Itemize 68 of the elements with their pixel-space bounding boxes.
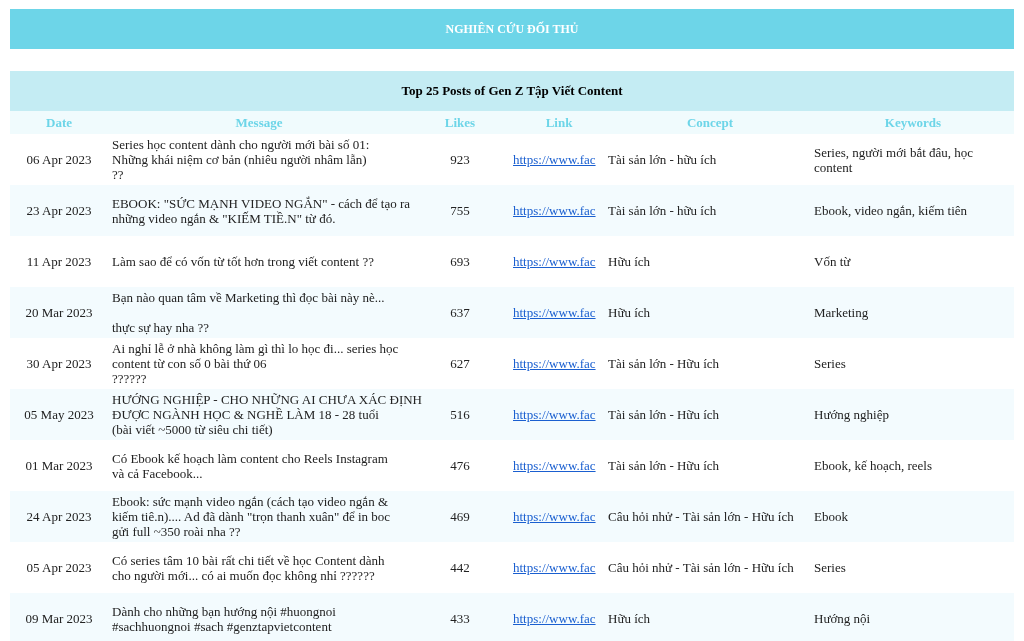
keywords-cell-text: Ebook, kế hoạch, reels: [813, 458, 933, 473]
likes-cell: 755: [450, 203, 470, 218]
date-cell: 24 Apr 2023: [26, 509, 92, 524]
keywords-cell-text: Hướng nội: [813, 611, 871, 626]
likes-cell: 923: [450, 152, 470, 167]
date-cell: 09 Mar 2023: [25, 611, 93, 626]
concept-cell: Câu hỏi nhử - Tài sản lớn - Hữu ích: [608, 560, 794, 575]
date-cell: 30 Apr 2023: [26, 356, 92, 371]
concept-cell: Hữu ích: [608, 305, 651, 320]
likes-cell: 469: [450, 509, 470, 524]
date-cell: 20 Mar 2023: [25, 305, 93, 320]
keywords-cell-text: Ebook: [813, 509, 848, 524]
message-cell-text: Dành cho những bạn hướng nội #huongnoi #sachhuongnoi #sach #genztapvietcontent: [111, 603, 336, 634]
date-cell: 05 May 2023: [24, 407, 94, 422]
keywords-cell-text: Series, người mới bắt đâu, học content: [813, 144, 974, 175]
message-cell-text: Có Ebook kế hoạch làm content cho Reels Instagram và cả Facebook...: [111, 450, 388, 481]
likes-cell: 476: [450, 458, 470, 473]
date-cell: 06 Apr 2023: [26, 152, 92, 167]
concept-cell: Hữu ích: [608, 611, 651, 626]
date-cell: 01 Mar 2023: [25, 458, 93, 473]
column-header: Likes: [443, 113, 477, 132]
table-title: Top 25 Posts of Gen Z Tập Viết Content: [401, 82, 623, 101]
concept-cell: Tài sản lớn - hữu ích: [608, 152, 717, 167]
date-cell: 05 Apr 2023: [26, 560, 92, 575]
likes-cell: 637: [450, 305, 470, 320]
keywords-cell-text: Vốn từ: [813, 254, 851, 269]
date-cell: 11 Apr 2023: [26, 254, 92, 269]
banner-title: NGHIÊN CỨU ĐỐI THỦ: [445, 20, 579, 38]
link[interactable]: https://www.fac: [510, 611, 596, 626]
message-cell-text: Ai nghỉ lễ ở nhà không làm gì thì lo học đi... series học content từ con số 0 bài thứ 06 ??????: [111, 341, 399, 386]
message-cell-text: Có series tâm 10 bài rất chi tiết về học Content dành cho người mới... có ai muốn đọc không nhỉ ??????: [111, 552, 385, 583]
column-header: Concept: [685, 113, 735, 132]
likes-cell: 433: [450, 611, 470, 626]
column-header: Keywords: [883, 113, 943, 132]
message-cell-text: EBOOK: "SỨC MẠNH VIDEO NGẮN" - cách để tạo ra những video ngắn & "KIẾM TIỀ.N" từ đó.: [111, 195, 411, 226]
link[interactable]: https://www.fac: [510, 152, 596, 167]
likes-cell: 627: [450, 356, 470, 371]
concept-cell: Tài sản lớn - hữu ích: [608, 203, 717, 218]
column-header: Date: [45, 113, 73, 132]
link[interactable]: https://www.fac: [510, 509, 596, 524]
link[interactable]: https://www.fac: [510, 305, 596, 320]
concept-cell: Tài sản lớn - Hữu ích: [608, 356, 720, 371]
column-header: Link: [544, 113, 574, 132]
date-cell: 23 Apr 2023: [26, 203, 92, 218]
concept-cell: Câu hỏi nhử - Tài sản lớn - Hữu ích: [608, 509, 794, 524]
likes-cell: 516: [450, 407, 470, 422]
message-cell-text: Làm sao để có vốn từ tốt hơn trong viết content ??: [111, 254, 374, 269]
message-cell-text: Ebook: sức mạnh video ngắn (cách tạo video ngắn & kiếm tiê.n).... Ad đã dành "trọn thanh xuân" để in boc gửi full ~350 roài nha ??: [111, 494, 391, 539]
link[interactable]: https://www.fac: [510, 407, 596, 422]
likes-cell: 693: [450, 254, 470, 269]
link[interactable]: https://www.fac: [510, 203, 596, 218]
message-cell-text: Series học content dành cho người mới bài số 01: Những khái niệm cơ bản (nhiêu người nhâm lẫn) ??: [111, 137, 370, 182]
link[interactable]: https://www.fac: [510, 458, 596, 473]
keywords-cell-text: Hướng nghiệp: [813, 407, 889, 422]
keywords-cell-text: Ebook, video ngắn, kiếm tiên: [813, 203, 968, 218]
concept-cell: Hữu ích: [608, 254, 651, 269]
concept-cell: Tài sản lớn - Hữu ích: [608, 458, 720, 473]
keywords-cell-text: Series: [813, 356, 846, 371]
keywords-cell-text: Series: [813, 560, 846, 575]
link[interactable]: https://www.fac: [510, 356, 596, 371]
message-cell-text: Bạn nào quan tâm về Marketing thì đọc bài này nè... thực sự hay nha ??: [111, 290, 385, 335]
link[interactable]: https://www.fac: [510, 560, 596, 575]
column-header: Message: [234, 113, 284, 132]
keywords-cell-text: Marketing: [813, 305, 869, 320]
concept-cell: Tài sản lớn - Hữu ích: [608, 407, 720, 422]
message-cell-text: HƯỚNG NGHIỆP - CHO NHỮNG AI CHƯA XÁC ĐỊNH ĐƯỢC NGÀNH HỌC & NGHỀ LÀM 18 - 28 tuổi (bài viết ~5000 từ siêu chi tiết): [111, 392, 422, 437]
likes-cell: 442: [450, 560, 470, 575]
link[interactable]: https://www.fac: [510, 254, 596, 269]
